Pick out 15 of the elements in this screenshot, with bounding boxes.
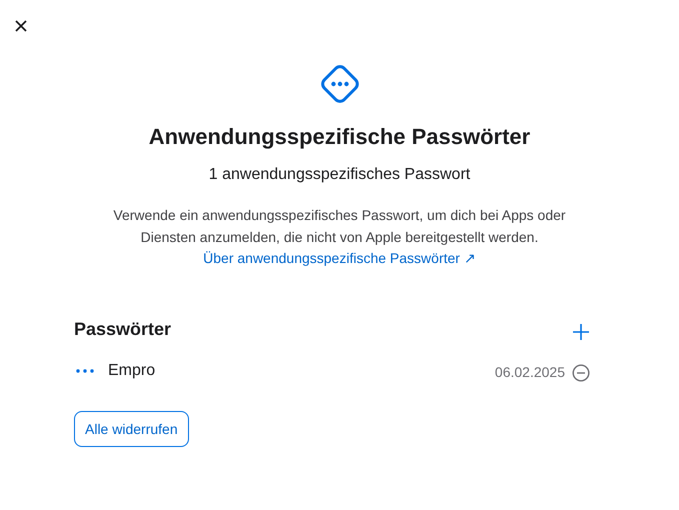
remove-icon bbox=[572, 364, 590, 382]
more-icon bbox=[76, 369, 94, 373]
password-name: Empro bbox=[108, 361, 156, 381]
remove-button[interactable] bbox=[572, 364, 590, 382]
add-icon bbox=[573, 324, 589, 340]
section-title: Passwörter bbox=[74, 318, 172, 341]
close-icon bbox=[15, 20, 27, 32]
created-date: 06.02.2025 bbox=[494, 363, 565, 382]
add-button[interactable] bbox=[572, 322, 590, 340]
learn-more-link[interactable]: Über anwendungsspezifische Passwörter ↗ bbox=[203, 248, 476, 268]
close-button[interactable] bbox=[13, 18, 29, 34]
page-title: Anwendungsspezifische Passwörter bbox=[148, 123, 530, 151]
revoke-all-button[interactable]: Alle widerrufen bbox=[74, 411, 189, 447]
description-text: Verwende ein anwendungsspezifisches Passwort, um dich bei Apps oder Diensten anzumelden, die nicht von Apple bereitgestellt werden. bbox=[112, 206, 567, 247]
password-count: 1 anwendungsspezifisches Passwort bbox=[208, 165, 470, 185]
